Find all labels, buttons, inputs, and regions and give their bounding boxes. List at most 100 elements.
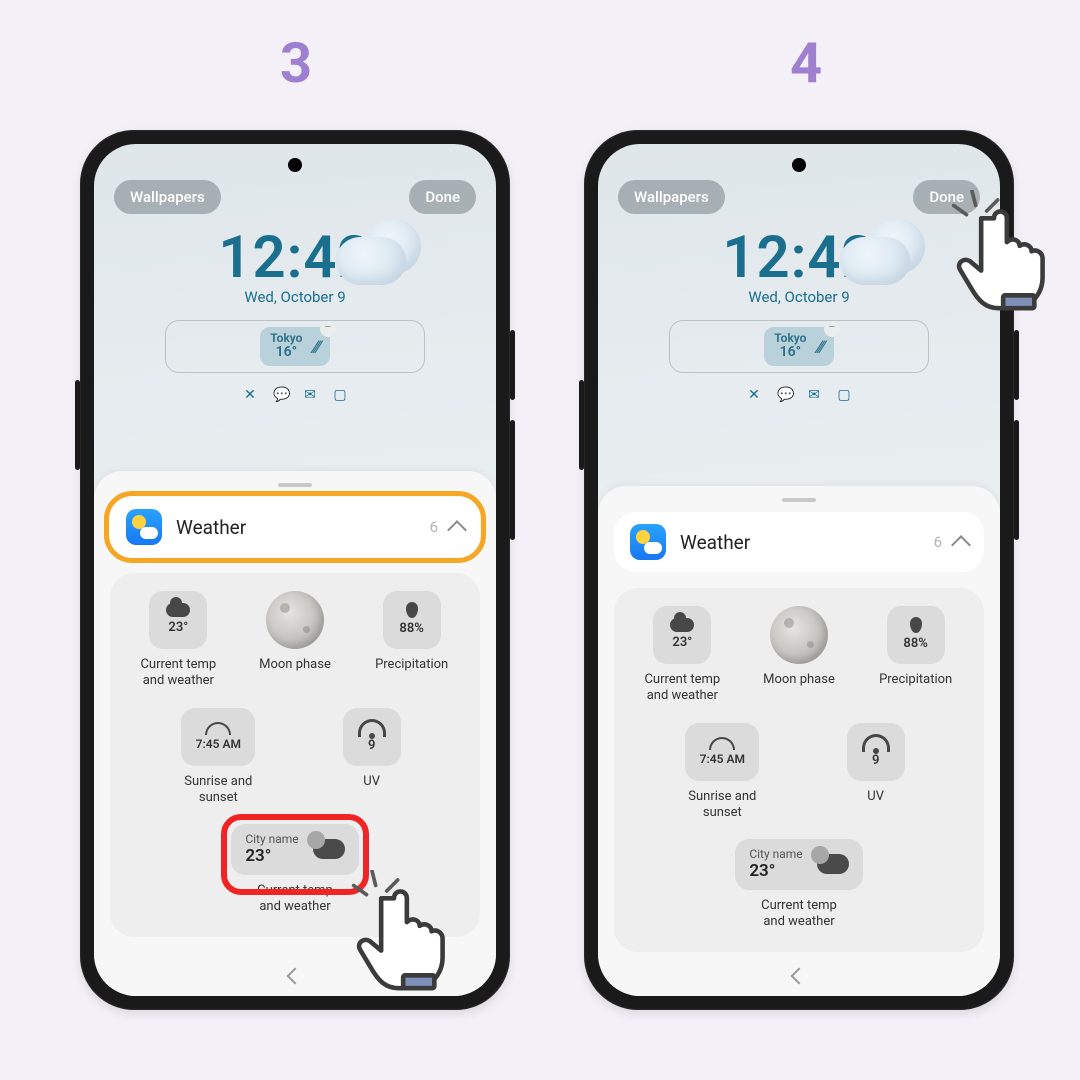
widget-uv[interactable]: 9 UV [317, 708, 427, 807]
rain-icon: /// [814, 337, 826, 356]
remove-widget-icon[interactable]: − [824, 321, 840, 337]
done-button[interactable]: Done [913, 180, 980, 214]
weather-category-row[interactable]: Weather 6 [614, 512, 984, 572]
rain-icon: /// [310, 337, 322, 356]
widget-picker-sheet[interactable]: Weather 6 23° Current temp and weather M… [598, 486, 1000, 996]
cloud-graphic [336, 219, 436, 289]
city-name-label: City name [245, 832, 298, 846]
lockscreen-date[interactable]: Wed, October 9 [598, 288, 1000, 306]
tile-label: UV [821, 789, 931, 805]
mini-weather-widget[interactable]: Tokyo 16° /// − [764, 327, 834, 366]
tile-value: 23° [672, 635, 692, 651]
wallpapers-button[interactable]: Wallpapers [114, 180, 221, 214]
tile-label: Sunrise and sunset [163, 774, 273, 807]
cloud-icon [166, 603, 190, 617]
missed-call-icon: ✕ [747, 387, 761, 403]
weather-app-icon [126, 509, 162, 545]
widget-current-temp[interactable]: 23° Current temp and weather [627, 606, 737, 705]
chat-icon: 💬 [273, 387, 287, 403]
tile-label: UV [317, 774, 427, 790]
widget-uv[interactable]: 9 UV [821, 723, 931, 822]
tile-label: Current temp and weather [627, 672, 737, 705]
phone-side-button [510, 420, 515, 540]
step-number-3: 3 [280, 30, 312, 96]
mail-icon: ✉ [807, 387, 821, 403]
tile-value: 88% [903, 636, 927, 652]
tile-value: 23° [168, 620, 188, 636]
phone-side-button [1014, 330, 1019, 400]
widget-grid: 23° Current temp and weather Moon phase … [614, 588, 984, 952]
tile-value: 88% [399, 621, 423, 637]
widget-sunrise-sunset[interactable]: 7:45 AM Sunrise and sunset [163, 708, 273, 807]
moon-icon [266, 591, 324, 649]
missed-call-icon: ✕ [243, 387, 257, 403]
tile-label: Sunrise and sunset [667, 789, 777, 822]
uv-gauge-icon [862, 734, 890, 752]
wallpapers-button[interactable]: Wallpapers [618, 180, 725, 214]
tile-label: Moon phase [744, 672, 854, 688]
front-camera [792, 158, 806, 172]
remove-widget-icon[interactable]: − [320, 321, 336, 337]
droplet-icon [910, 617, 922, 633]
weather-category-row[interactable]: Weather 6 [110, 497, 480, 557]
tile-label: Precipitation [357, 657, 467, 673]
tile-value: 7:45 AM [196, 737, 241, 752]
city-temp: 23° [245, 846, 298, 866]
notification-icons: ✕ 💬 ✉ ▢ [598, 387, 1000, 403]
cloud-icon [817, 854, 849, 874]
widget-city-temp[interactable]: City name 23° Current temp and weather [231, 824, 358, 915]
phone-side-button [579, 380, 584, 470]
widget-grid: 23° Current temp and weather Moon phase … [110, 573, 480, 937]
widget-sunrise-sunset[interactable]: 7:45 AM Sunrise and sunset [667, 723, 777, 822]
widget-count: 6 [934, 533, 942, 551]
droplet-icon [406, 602, 418, 618]
phone-step-4: Wallpapers Done 12:42 Wed, October 9 Tok… [584, 130, 1014, 1010]
widget-city-temp[interactable]: City name 23° Current temp and weather [735, 839, 862, 930]
front-camera [288, 158, 302, 172]
city-temp: 23° [749, 861, 802, 881]
sunrise-icon [205, 722, 231, 735]
widget-picker-sheet[interactable]: Weather 6 23° Current temp and weather M… [94, 471, 496, 996]
mail-icon: ✉ [303, 387, 317, 403]
sheet-grabber[interactable] [278, 483, 312, 487]
done-button[interactable]: Done [409, 180, 476, 214]
sunrise-icon [709, 737, 735, 750]
cloud-icon [313, 839, 345, 859]
tile-value: 9 [368, 738, 375, 754]
widget-moon-phase[interactable]: Moon phase [744, 606, 854, 705]
chevron-up-icon [951, 535, 971, 555]
tile-label: Precipitation [861, 672, 971, 688]
app-icon-small: ▢ [333, 387, 347, 403]
back-nav-icon[interactable] [287, 968, 304, 985]
widget-slot[interactable]: Tokyo 16° /// − [669, 320, 929, 373]
phone-screen: Wallpapers Done 12:42 Wed, October 9 Tok… [598, 144, 1000, 996]
tile-value: 9 [872, 753, 879, 769]
widget-precipitation[interactable]: 88% Precipitation [861, 606, 971, 705]
cloud-icon [670, 618, 694, 632]
phone-step-3: Wallpapers Done 12:42 Wed, October 9 Tok… [80, 130, 510, 1010]
mini-weather-widget[interactable]: Tokyo 16° /// − [260, 327, 330, 366]
widget-slot[interactable]: Tokyo 16° /// − [165, 320, 425, 373]
phone-side-button [75, 380, 80, 470]
back-nav-icon[interactable] [791, 968, 808, 985]
app-icon-small: ▢ [837, 387, 851, 403]
phone-side-button [1014, 420, 1019, 540]
tile-label: Moon phase [240, 657, 350, 673]
chat-icon: 💬 [777, 387, 791, 403]
sheet-grabber[interactable] [782, 498, 816, 502]
lockscreen-date[interactable]: Wed, October 9 [94, 288, 496, 306]
mini-temp: 16° [270, 345, 302, 360]
uv-gauge-icon [358, 719, 386, 737]
phone-side-button [510, 330, 515, 400]
step-number-4: 4 [790, 30, 822, 96]
mini-temp: 16° [774, 345, 806, 360]
phone-screen: Wallpapers Done 12:42 Wed, October 9 Tok… [94, 144, 496, 996]
notification-icons: ✕ 💬 ✉ ▢ [94, 387, 496, 403]
widget-moon-phase[interactable]: Moon phase [240, 591, 350, 690]
city-name-label: City name [749, 847, 802, 861]
weather-app-icon [630, 524, 666, 560]
widget-current-temp[interactable]: 23° Current temp and weather [123, 591, 233, 690]
tile-value: 7:45 AM [700, 752, 745, 767]
tile-label: Current temp and weather [735, 898, 862, 931]
widget-precipitation[interactable]: 88% Precipitation [357, 591, 467, 690]
